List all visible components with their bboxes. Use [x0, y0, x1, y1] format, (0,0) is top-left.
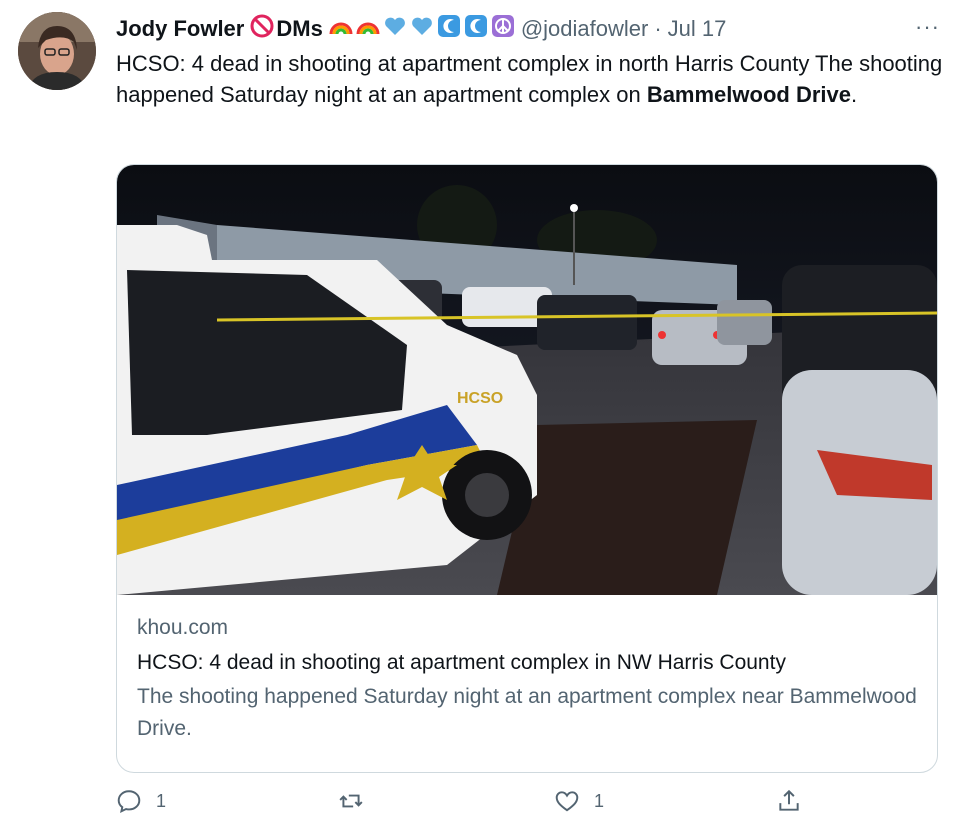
author-name[interactable]: Jody Fowler: [116, 16, 244, 42]
more-icon[interactable]: ···: [915, 14, 940, 40]
rainbow-icon: [329, 14, 353, 44]
card-title[interactable]: HCSO: 4 dead in shooting at apartment co…: [137, 645, 917, 681]
reply-icon: [117, 790, 141, 814]
retweet-button[interactable]: [338, 788, 364, 814]
separator: ·: [654, 16, 662, 41]
tweet-text-end: .: [850, 82, 858, 107]
share-button[interactable]: [776, 788, 802, 814]
reply-button[interactable]: 1: [116, 788, 166, 814]
retweet-icon: [339, 794, 363, 808]
blue-heart-icon: [410, 14, 434, 44]
wave-icon: [437, 14, 461, 44]
reply-count: 1: [156, 790, 167, 811]
rainbow-icon: [356, 14, 380, 44]
share-icon: [779, 789, 799, 811]
avatar-image: [18, 12, 96, 90]
card-domain: khou.com: [137, 616, 229, 639]
tweet-date[interactable]: Jul 17: [668, 16, 727, 42]
link-card[interactable]: HCSO khou.com HCSO: 4 dead in shooting a…: [116, 164, 938, 773]
card-meta: khou.com HCSO: 4 dead in shooting at apa…: [137, 613, 917, 745]
author-handle[interactable]: @jodiafowler: [521, 16, 649, 42]
like-button[interactable]: 1: [554, 788, 604, 814]
avatar[interactable]: [18, 12, 96, 90]
no-entry-icon: [250, 14, 274, 44]
peace-icon: [491, 14, 515, 44]
tweet-header: Jody Fowler DMs @jodiafowler · Jul 17 ··…: [116, 14, 940, 44]
card-image[interactable]: HCSO: [117, 165, 937, 595]
wave-icon: [464, 14, 488, 44]
card-description: The shooting happened Saturday night at …: [137, 685, 917, 740]
tweet-text-bold: Bammelwood Drive: [646, 82, 851, 107]
like-icon: [555, 791, 579, 812]
tweet-actions: 1 1: [116, 788, 806, 828]
tweet-text: HCSO: 4 dead in shooting at apartment co…: [116, 48, 946, 110]
blue-heart-icon: [383, 14, 407, 44]
vehicle-label: HCSO: [457, 390, 503, 407]
author-flair: DMs: [276, 16, 323, 41]
like-count: 1: [594, 790, 605, 811]
